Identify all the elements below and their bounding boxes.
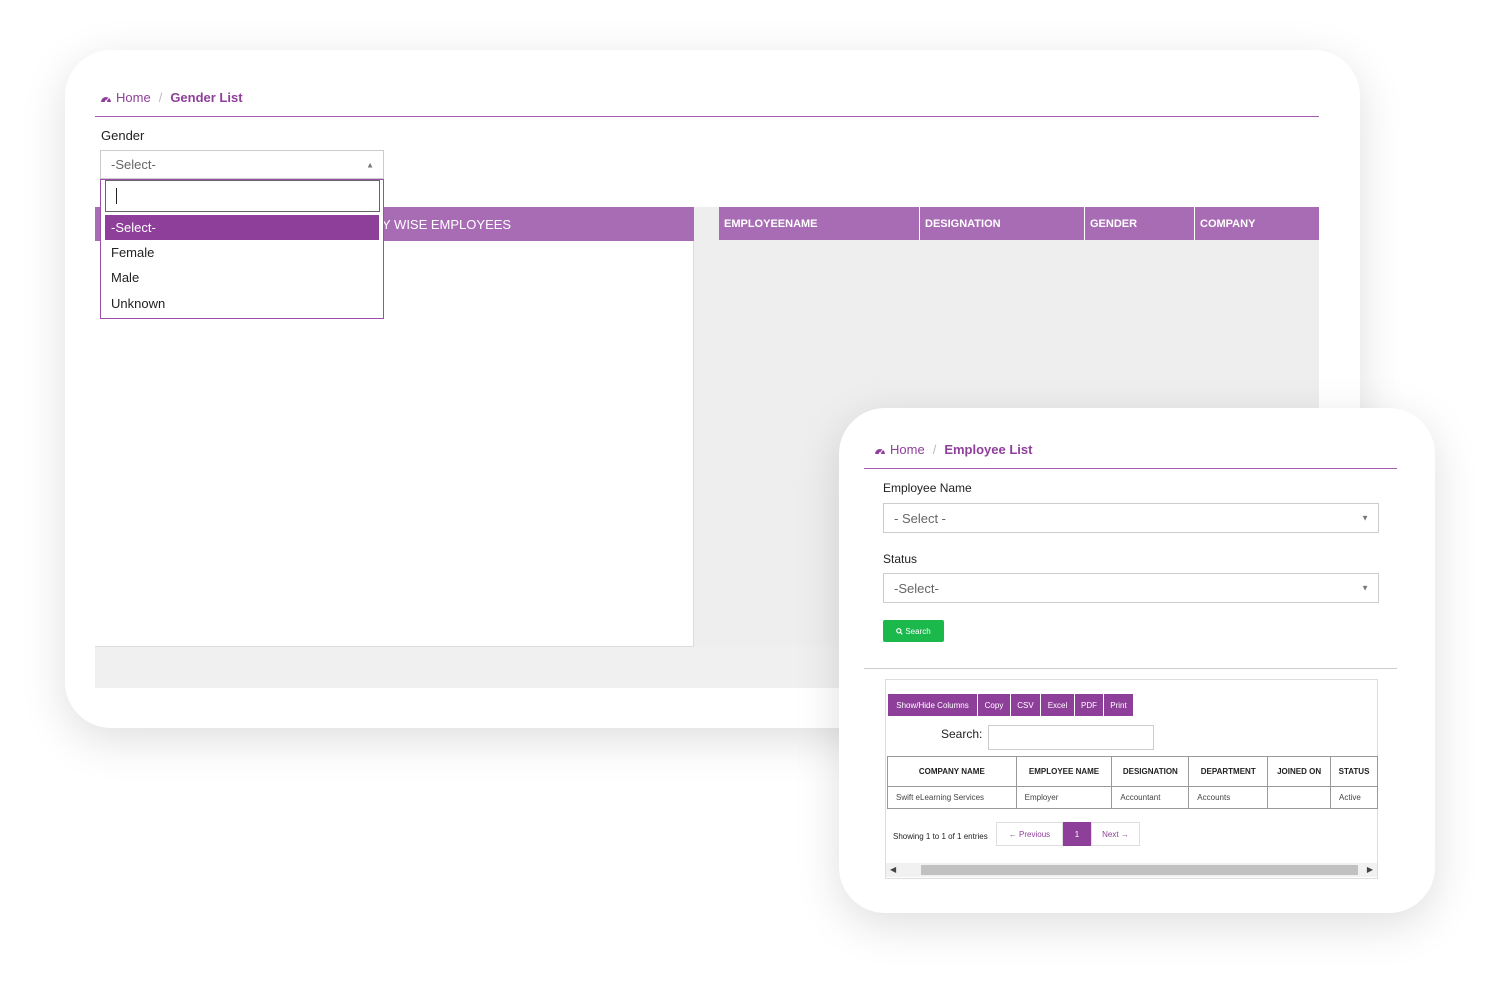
breadcrumb-current: Employee List [944, 442, 1033, 457]
gender-select[interactable]: -Select- ▲ [100, 150, 384, 179]
breadcrumb: Home / Gender List [100, 90, 243, 105]
copy-button[interactable]: Copy [978, 694, 1011, 716]
gender-select-value: -Select- [111, 157, 156, 172]
breadcrumb-home-link[interactable]: Home [890, 442, 925, 457]
search-icon [896, 627, 904, 635]
print-button[interactable]: Print [1104, 694, 1133, 716]
employee-name-label: Employee Name [883, 481, 972, 495]
breadcrumb: Home / Employee List [874, 442, 1032, 457]
horizontal-scrollbar[interactable]: ◀ ▶ [886, 863, 1377, 877]
th-company[interactable]: COMPANY [1194, 207, 1255, 240]
gender-label: Gender [101, 128, 145, 143]
caret-down-icon: ▼ [1361, 583, 1369, 593]
employee-table-header: EMPLOYEENAME DESIGNATION GENDER COMPANY [719, 207, 1319, 240]
breadcrumb-home-link[interactable]: Home [116, 90, 151, 105]
col-joined-on[interactable]: JOINED ON [1267, 756, 1332, 787]
dropdown-search-input[interactable] [105, 180, 380, 212]
cell-status: Active [1330, 786, 1378, 809]
panel-title: Y WISE EMPLOYEES [382, 216, 512, 232]
show-hide-columns-button[interactable]: Show/Hide Columns [888, 694, 978, 716]
status-label: Status [883, 552, 918, 566]
th-gender[interactable]: GENDER [1084, 207, 1137, 240]
col-company-name[interactable]: COMPANY NAME [887, 756, 1017, 787]
table-search-input[interactable] [988, 725, 1154, 750]
next-page-button[interactable]: Next → [1091, 822, 1140, 846]
previous-page-button[interactable]: ← Previous [996, 822, 1063, 846]
option-female[interactable]: Female [105, 240, 379, 265]
employee-name-select-value: - Select - [894, 510, 947, 526]
dashboard-icon [875, 448, 885, 455]
col-status[interactable]: STATUS [1330, 756, 1378, 787]
caret-up-icon: ▲ [366, 160, 374, 169]
option-unknown[interactable]: Unknown [105, 291, 379, 316]
cell-employee-name: Employer [1015, 786, 1113, 809]
col-designation[interactable]: DESIGNATION [1111, 756, 1190, 787]
status-select-value: -Select- [894, 580, 939, 596]
col-employee-name[interactable]: EMPLOYEE NAME [1015, 756, 1113, 787]
table-info: Showing 1 to 1 of 1 entries [893, 832, 988, 841]
scroll-left-icon[interactable]: ◀ [890, 865, 896, 874]
employee-table: COMPANY NAME EMPLOYEE NAME DESIGNATION D… [887, 756, 1378, 809]
status-select[interactable]: -Select- ▼ [883, 573, 1379, 603]
employee-list-card: Home / Employee List Employee Name - Sel… [839, 408, 1435, 913]
export-toolbar: Show/Hide Columns Copy CSV Excel PDF Pri… [888, 694, 1133, 716]
breadcrumb-current: Gender List [170, 90, 243, 105]
csv-button[interactable]: CSV [1011, 694, 1041, 716]
header-divider [864, 468, 1397, 469]
breadcrumb-separator: / [932, 442, 937, 457]
cell-department: Accounts [1188, 786, 1269, 809]
breadcrumb-separator: / [158, 90, 163, 105]
gender-dropdown: -Select- Female Male Unknown [100, 179, 384, 319]
header-divider [95, 116, 1319, 117]
cell-joined-on [1267, 786, 1332, 809]
section-divider [864, 668, 1397, 669]
search-button[interactable]: Search [883, 620, 944, 642]
search-button-label: Search [905, 626, 931, 636]
option-select[interactable]: -Select- [105, 215, 379, 240]
cell-company-name: Swift eLearning Services [887, 786, 1017, 809]
table-row[interactable]: Swift eLearning Services Employer Accoun… [887, 786, 1378, 809]
pdf-button[interactable]: PDF [1075, 694, 1104, 716]
dashboard-icon [101, 96, 111, 103]
table-header-row: COMPANY NAME EMPLOYEE NAME DESIGNATION D… [887, 756, 1378, 787]
table-search-label: Search: [941, 727, 983, 741]
caret-down-icon: ▼ [1361, 513, 1369, 523]
option-male[interactable]: Male [105, 265, 379, 290]
th-employeename[interactable]: EMPLOYEENAME [719, 207, 818, 240]
scroll-right-icon[interactable]: ▶ [1367, 865, 1373, 874]
col-department[interactable]: DEPARTMENT [1188, 756, 1269, 787]
excel-button[interactable]: Excel [1041, 694, 1075, 716]
text-cursor [116, 188, 117, 204]
scrollbar-thumb[interactable] [921, 865, 1358, 875]
th-designation[interactable]: DESIGNATION [919, 207, 1001, 240]
datatable-wrapper: Show/Hide Columns Copy CSV Excel PDF Pri… [885, 679, 1378, 879]
cell-designation: Accountant [1111, 786, 1190, 809]
page-1-button[interactable]: 1 [1063, 822, 1091, 846]
employee-name-select[interactable]: - Select - ▼ [883, 503, 1379, 533]
